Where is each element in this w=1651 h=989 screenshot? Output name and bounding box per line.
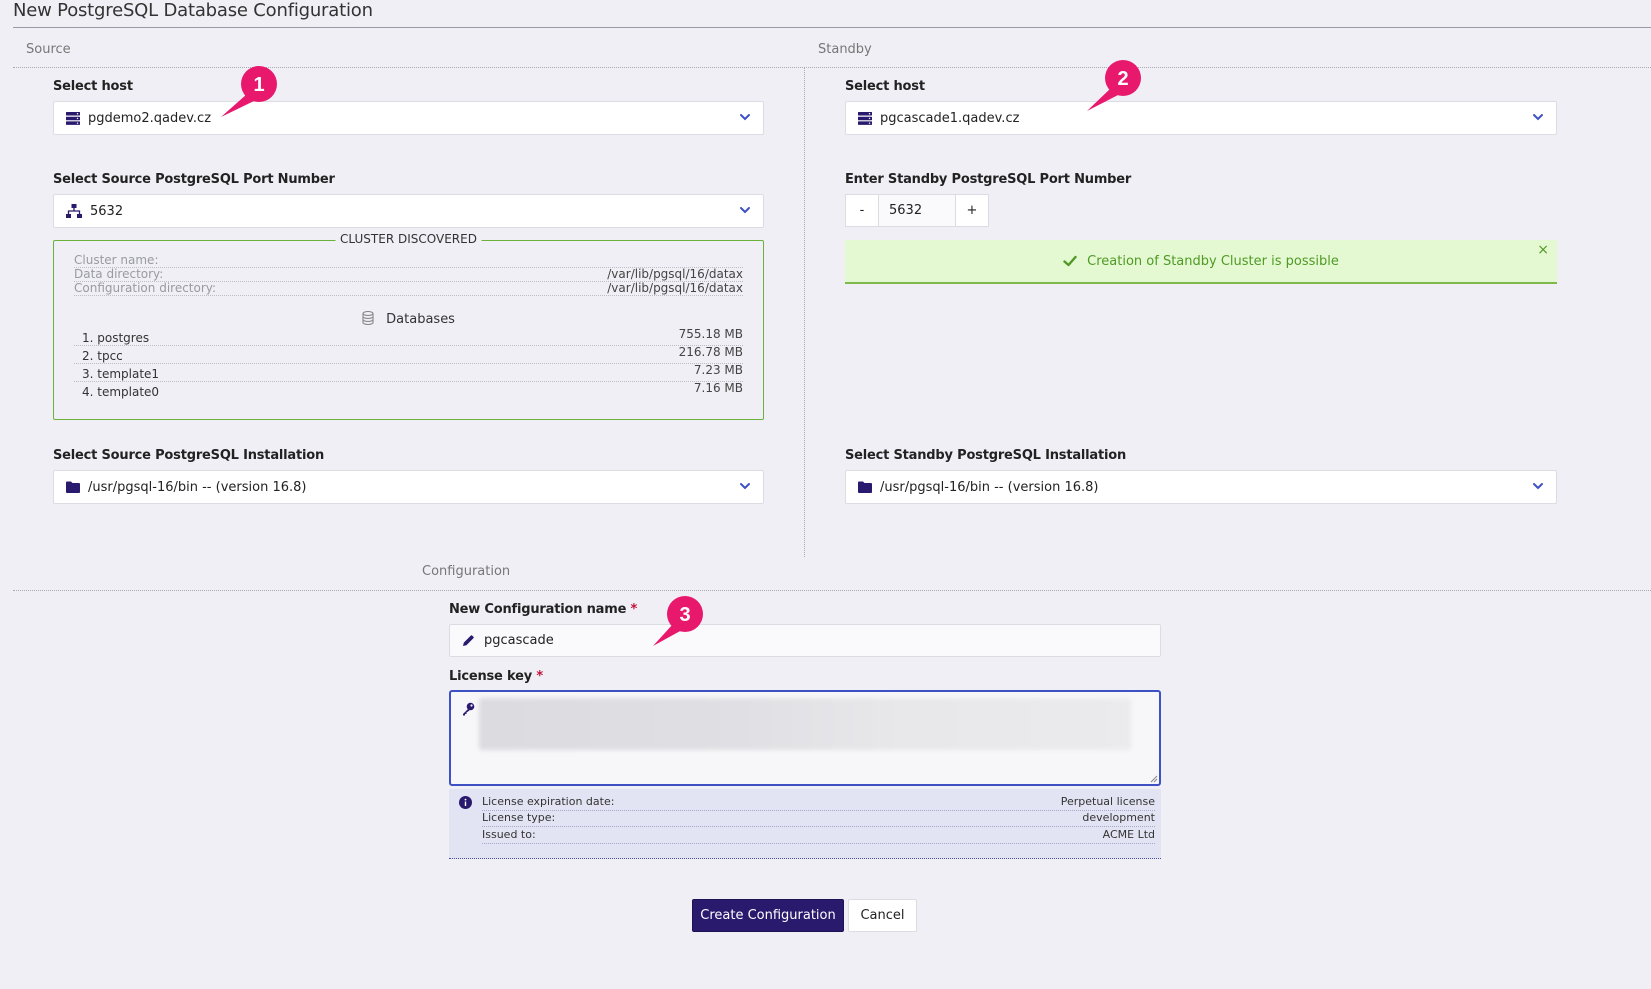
chevron-down-icon <box>739 480 751 492</box>
section-label-standby: Standby <box>818 42 872 57</box>
license-info-value: development <box>1082 811 1155 824</box>
license-key-label-text: License key <box>449 669 532 684</box>
chevron-down-icon <box>739 204 751 216</box>
section-label-source: Source <box>26 42 71 57</box>
license-info-row: Issued to: ACME Ltd <box>482 828 1155 844</box>
license-info-label: License type: <box>482 811 556 824</box>
cluster-field-label: Cluster name: <box>74 253 159 267</box>
source-port-value: 5632 <box>90 203 124 219</box>
license-info-label: License expiration date: <box>482 795 615 808</box>
cluster-discovered-title: CLUSTER DISCOVERED <box>335 232 482 246</box>
section-label-configuration: Configuration <box>422 564 511 579</box>
source-host-value: pgdemo2.qadev.cz <box>88 110 212 126</box>
chevron-down-icon <box>1532 111 1544 123</box>
source-installation-select[interactable]: /usr/pgsql-16/bin -- (version 16.8) <box>53 470 764 504</box>
annotation-number: 2 <box>1117 68 1128 90</box>
license-info-panel: License expiration date: Perpetual licen… <box>449 789 1161 859</box>
source-installation-value: /usr/pgsql-16/bin -- (version 16.8) <box>88 479 307 495</box>
create-configuration-button[interactable]: Create Configuration <box>692 899 844 932</box>
standby-installation-select[interactable]: /usr/pgsql-16/bin -- (version 16.8) <box>845 470 1557 504</box>
check-icon <box>1063 255 1077 267</box>
source-port-label: Select Source PostgreSQL Port Number <box>53 172 335 187</box>
required-marker: * <box>536 669 543 684</box>
database-name: 4. template0 <box>82 385 160 399</box>
server-icon <box>66 111 80 125</box>
database-row: 2. tpcc 216.78 MB <box>74 345 743 364</box>
standby-port-input[interactable]: 5632 <box>878 195 956 226</box>
standby-port-label: Enter Standby PostgreSQL Port Number <box>845 172 1132 187</box>
config-name-label-text: New Configuration name <box>449 602 627 617</box>
column-divider <box>804 67 805 557</box>
database-row: 1. postgres 755.18 MB <box>74 327 743 346</box>
database-icon <box>362 311 374 325</box>
increment-button[interactable]: + <box>956 195 988 226</box>
license-key-redacted-content <box>479 698 1131 750</box>
source-host-label: Select host <box>53 79 133 94</box>
license-key-label: License key * <box>449 669 543 684</box>
close-icon[interactable]: × <box>1537 242 1549 258</box>
config-name-value: pgcascade <box>484 633 554 648</box>
configuration-divider <box>13 590 1651 591</box>
database-name: 2. tpcc <box>82 349 123 363</box>
chevron-down-icon <box>739 111 751 123</box>
license-info-row: License expiration date: Perpetual licen… <box>482 795 1155 811</box>
resize-handle-icon[interactable] <box>1150 775 1158 783</box>
annotation-marker-3: 3 <box>652 594 714 650</box>
cluster-field-row: Cluster name: <box>74 253 743 268</box>
cluster-discovered-panel: CLUSTER DISCOVERED Cluster name: Data di… <box>53 232 764 420</box>
cluster-field-value: /var/lib/pgsql/16/datax <box>607 267 743 281</box>
chevron-down-icon <box>1532 480 1544 492</box>
cancel-button[interactable]: Cancel <box>848 899 917 932</box>
cluster-field-label: Configuration directory: <box>74 281 217 295</box>
server-icon <box>858 111 872 125</box>
standby-host-label: Select host <box>845 79 925 94</box>
database-size: 7.16 MB <box>693 381 743 395</box>
decrement-button[interactable]: - <box>846 195 878 226</box>
cluster-field-value: /var/lib/pgsql/16/datax <box>607 281 743 295</box>
standby-installation-label: Select Standby PostgreSQL Installation <box>845 448 1127 463</box>
required-marker: * <box>630 602 638 617</box>
standby-host-select[interactable]: pgcascade1.qadev.cz <box>845 101 1557 135</box>
license-info-value: Perpetual license <box>1060 795 1155 808</box>
databases-label: Databases <box>386 312 455 327</box>
database-name: 1. postgres <box>82 331 150 345</box>
pencil-icon <box>462 634 475 647</box>
database-row: 3. template1 7.23 MB <box>74 363 743 382</box>
cluster-field-label: Data directory: <box>74 267 164 281</box>
config-name-label: New Configuration name * <box>449 602 637 617</box>
cluster-field-row: Data directory: /var/lib/pgsql/16/datax <box>74 267 743 282</box>
success-message: Creation of Standby Cluster is possible <box>1087 253 1339 269</box>
network-icon <box>66 204 82 218</box>
database-size: 7.23 MB <box>693 363 743 377</box>
annotation-marker-2: 2 <box>1086 58 1148 114</box>
standby-installation-value: /usr/pgsql-16/bin -- (version 16.8) <box>880 479 1099 495</box>
source-port-select[interactable]: 5632 <box>53 194 764 228</box>
database-name: 3. template1 <box>82 367 160 381</box>
license-info-label: Issued to: <box>482 828 536 841</box>
annotation-marker-1: 1 <box>220 64 282 120</box>
database-size: 755.18 MB <box>678 327 743 341</box>
title-divider <box>13 27 1651 28</box>
config-name-input[interactable]: pgcascade <box>449 624 1161 657</box>
license-key-textarea[interactable] <box>449 690 1161 786</box>
license-info-row: License type: development <box>482 811 1155 827</box>
key-icon <box>462 702 475 716</box>
source-installation-label: Select Source PostgreSQL Installation <box>53 448 325 463</box>
standby-port-stepper: - 5632 + <box>845 194 989 227</box>
source-host-select[interactable]: pgdemo2.qadev.cz <box>53 101 764 135</box>
annotation-number: 3 <box>679 604 690 626</box>
standby-success-alert: Creation of Standby Cluster is possible … <box>845 240 1557 284</box>
page-title: New PostgreSQL Database Configuration <box>13 0 373 21</box>
info-icon <box>459 796 472 809</box>
databases-header: Databases <box>54 311 763 327</box>
cluster-field-row: Configuration directory: /var/lib/pgsql/… <box>74 281 743 296</box>
folder-icon <box>66 481 80 493</box>
folder-icon <box>858 481 872 493</box>
standby-host-value: pgcascade1.qadev.cz <box>880 110 1020 126</box>
database-size: 216.78 MB <box>678 345 743 359</box>
database-row: 4. template0 7.16 MB <box>74 381 743 400</box>
license-info-value: ACME Ltd <box>1102 828 1155 841</box>
annotation-number: 1 <box>253 74 264 96</box>
